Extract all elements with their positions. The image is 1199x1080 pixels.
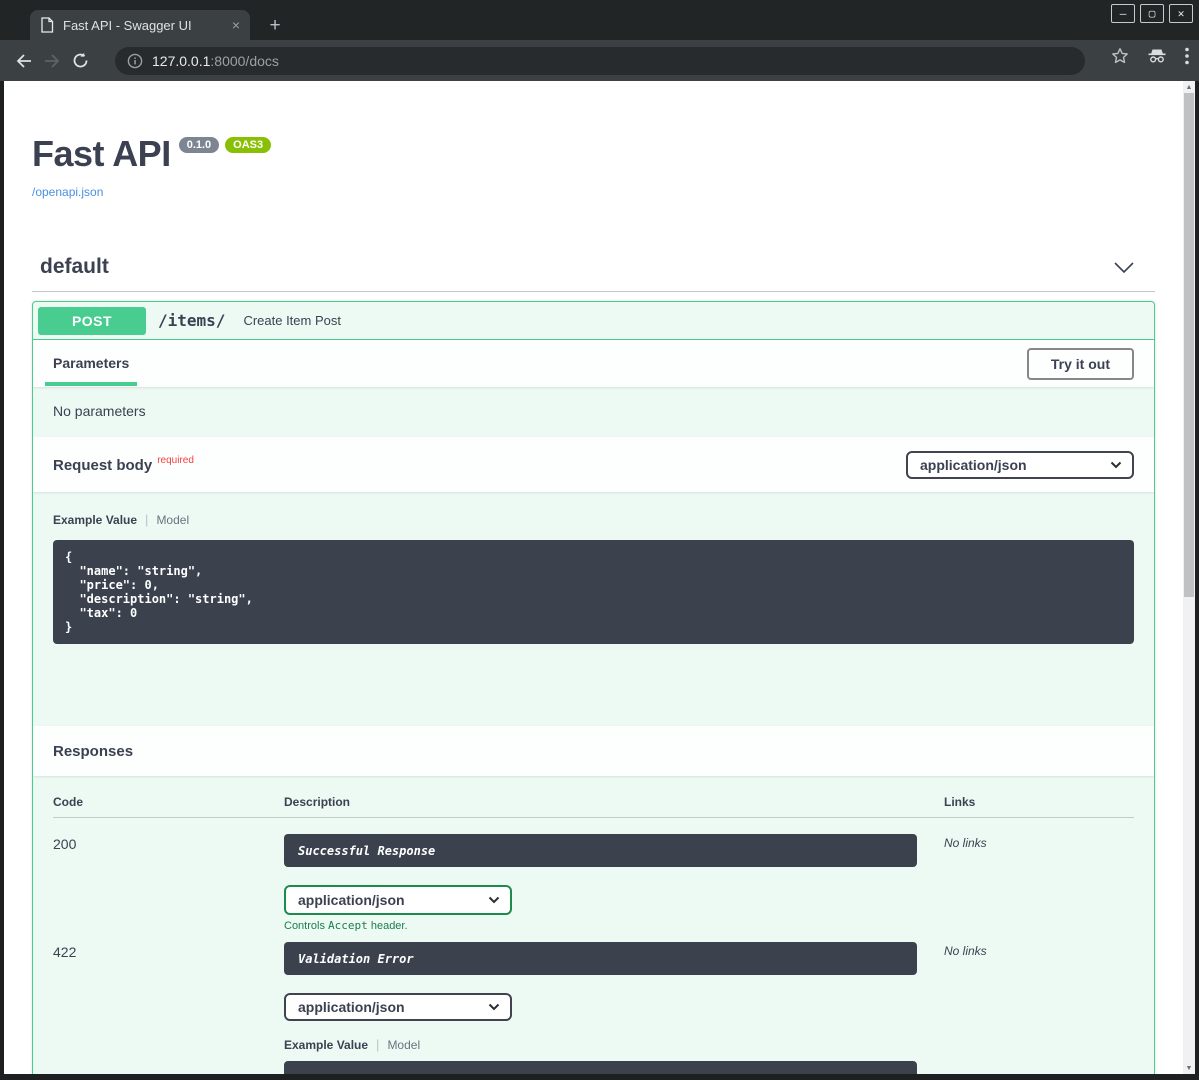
url-text: 127.0.0.1:8000/docs <box>152 53 279 69</box>
reload-icon[interactable] <box>66 47 94 75</box>
opblock-post-items: POST /items/ Create Item Post Parameters… <box>32 301 1155 1074</box>
tab-close-icon[interactable]: × <box>232 17 240 33</box>
scrollbar-down-icon[interactable]: ▼ <box>1183 1062 1195 1074</box>
responses-header: Responses <box>33 726 1154 776</box>
column-header-links: Links <box>944 795 1134 809</box>
request-media-type-select[interactable]: application/json <box>906 451 1134 479</box>
select-chevron-icon <box>488 1003 500 1011</box>
response-example-code <box>284 1061 917 1074</box>
response-description: Validation Error <box>284 942 917 975</box>
tab-example-value[interactable]: Example Value <box>284 1038 368 1052</box>
parameters-header: Parameters Try it out <box>33 340 1154 387</box>
response-description: Successful Response <box>284 834 917 867</box>
site-info-icon[interactable] <box>127 53 143 69</box>
maximize-button[interactable]: ▢ <box>1140 4 1164 23</box>
openapi-spec-link[interactable]: /openapi.json <box>32 185 1155 199</box>
select-chevron-icon <box>488 896 500 904</box>
page-scrollbar[interactable]: ▲ ▼ <box>1183 81 1195 1074</box>
responses-label: Responses <box>53 743 133 760</box>
request-body-header: Request bodyrequired application/json <box>33 437 1154 492</box>
browser-menu-icon[interactable] <box>1185 47 1189 65</box>
page-favicon-icon <box>40 17 54 33</box>
scrollbar-up-icon[interactable]: ▲ <box>1183 81 1195 93</box>
page-title: Fast API <box>32 133 171 174</box>
close-button[interactable]: ✕ <box>1169 4 1193 23</box>
response-media-type-select-422[interactable]: application/json <box>284 993 512 1021</box>
new-tab-button[interactable]: + <box>263 14 287 38</box>
response-row-200: 200 Successful Response application/json… <box>53 834 1134 932</box>
required-label: required <box>157 455 194 466</box>
method-badge: POST <box>38 307 146 335</box>
response-description-cell: Successful Response application/json Con… <box>284 834 944 932</box>
tab-model[interactable]: Model <box>156 513 189 527</box>
response-media-type-select-200[interactable]: application/json <box>284 885 512 915</box>
request-example-code: { "name": "string", "price": 0, "descrip… <box>53 540 1134 644</box>
oas3-badge: OAS3 <box>225 137 271 153</box>
tag-name: default <box>32 255 109 279</box>
no-parameters-text: No parameters <box>33 387 1154 437</box>
request-example-area: Example Value | Model { "name": "string"… <box>33 492 1154 726</box>
tag-section-default[interactable]: default <box>32 255 1155 292</box>
response-links: No links <box>944 834 1134 932</box>
url-bar[interactable]: 127.0.0.1:8000/docs <box>115 47 1085 75</box>
forward-icon[interactable] <box>38 47 66 75</box>
response-code: 422 <box>53 942 284 1074</box>
operation-path: /items/ <box>158 311 225 330</box>
api-info: Fast API 0.1.0 OAS3 /openapi.json <box>32 133 1155 199</box>
responses-table: Code Description Links 200 Successful Re… <box>33 776 1154 1074</box>
tab-parameters[interactable]: Parameters <box>53 341 129 386</box>
column-header-code: Code <box>53 795 284 809</box>
toolbar-actions <box>1111 47 1189 65</box>
request-body-label: Request bodyrequired <box>53 455 194 474</box>
response-code: 200 <box>53 834 284 932</box>
swagger-page: Fast API0.1.0OAS3 /openapi.json default … <box>4 81 1183 1074</box>
minimize-button[interactable]: — <box>1111 4 1135 23</box>
bookmark-star-icon[interactable] <box>1111 47 1129 65</box>
column-header-description: Description <box>284 795 944 809</box>
tab-model[interactable]: Model <box>387 1038 420 1052</box>
incognito-icon <box>1147 48 1167 64</box>
response-row-422: 422 Validation Error application/json Ex… <box>53 942 1134 1074</box>
tab-example-value[interactable]: Example Value <box>53 513 137 527</box>
response-description-cell: Validation Error application/json Exampl… <box>284 942 944 1074</box>
back-icon[interactable] <box>10 47 38 75</box>
browser-tab[interactable]: Fast API - Swagger UI × <box>30 10 250 40</box>
chevron-down-icon[interactable] <box>1113 261 1135 274</box>
response-links: No links <box>944 942 1134 1074</box>
operation-summary-text: Create Item Post <box>243 313 341 328</box>
try-it-out-button[interactable]: Try it out <box>1027 348 1134 380</box>
operation-summary[interactable]: POST /items/ Create Item Post <box>33 302 1154 340</box>
controls-accept-note: Controls Accept header. <box>284 919 944 932</box>
browser-titlebar: — ▢ ✕ Fast API - Swagger UI × + <box>0 0 1199 40</box>
window-controls: — ▢ ✕ <box>1111 4 1193 23</box>
tab-title: Fast API - Swagger UI <box>63 18 223 33</box>
version-badge: 0.1.0 <box>179 137 219 153</box>
select-chevron-icon <box>1110 461 1122 469</box>
scrollbar-thumb[interactable] <box>1184 93 1194 597</box>
